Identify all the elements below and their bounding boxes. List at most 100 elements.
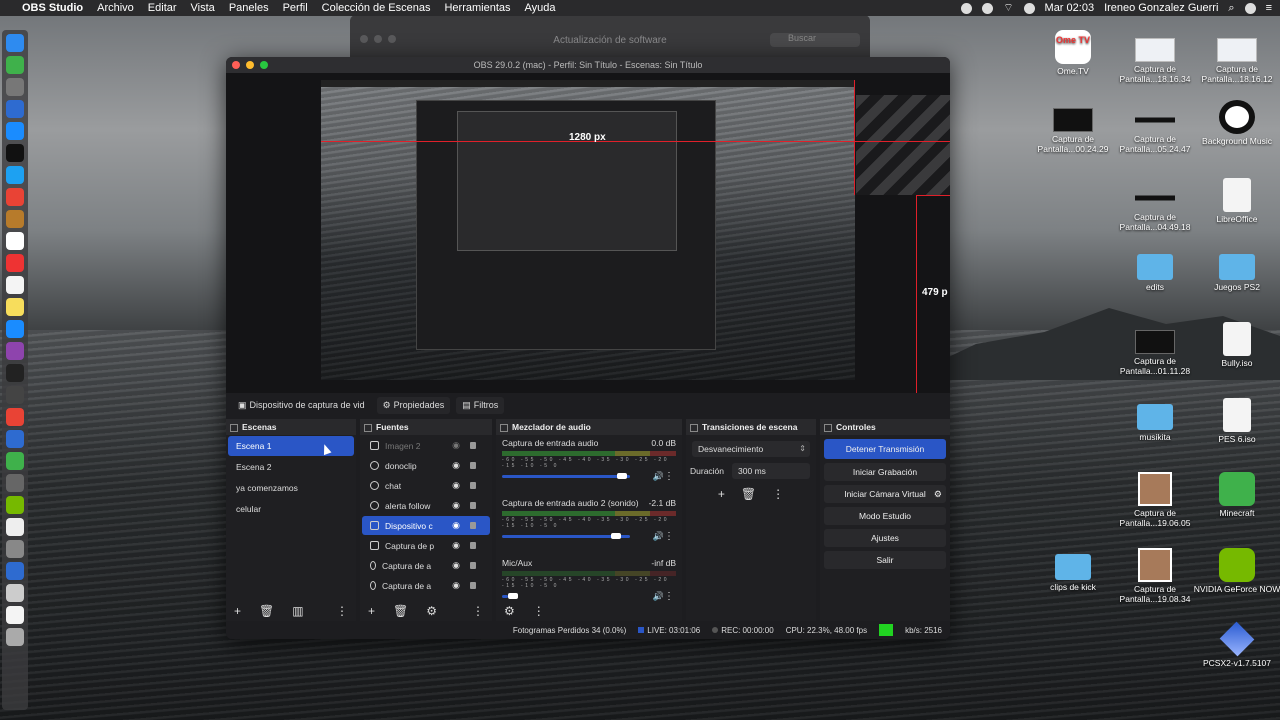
duration-input[interactable]: 300 ms: [732, 463, 810, 479]
status-mic-icon[interactable]: [982, 2, 994, 14]
lock-icon[interactable]: [470, 542, 476, 549]
terminal-icon[interactable]: [6, 144, 24, 162]
wifi-icon[interactable]: ⌔: [1003, 1, 1013, 15]
volume-slider[interactable]: 🔊 ⋮: [502, 531, 676, 542]
scene-item-ya-comenzamos[interactable]: ya comenzamos: [228, 478, 354, 498]
visibility-icon[interactable]: ◉: [452, 520, 460, 531]
source-item[interactable]: chat ◉: [362, 476, 490, 495]
downloads-icon[interactable]: [6, 584, 24, 602]
mixer-settings-icon[interactable]: ⚙: [504, 604, 515, 618]
desktop-icon[interactable]: PCSX2-v1.7.5107: [1192, 621, 1280, 669]
visibility-icon[interactable]: ◉: [452, 440, 460, 451]
music-icon[interactable]: [6, 254, 24, 272]
lock-icon[interactable]: [470, 482, 476, 489]
menubar-clock[interactable]: Mar 02:03: [1045, 2, 1095, 14]
stickies-icon[interactable]: [6, 298, 24, 316]
lock-icon[interactable]: [470, 502, 476, 509]
scene-more-icon[interactable]: ⋮: [336, 604, 348, 618]
desktop-icon[interactable]: Captura de Pantalla...18.16.34: [1110, 30, 1200, 85]
app-store-icon[interactable]: [6, 100, 24, 118]
trash-icon[interactable]: [6, 628, 24, 646]
lock-icon[interactable]: [470, 462, 476, 469]
visibility-icon[interactable]: ◉: [452, 560, 460, 571]
app-icon[interactable]: [6, 430, 24, 448]
desktop-icon[interactable]: PES 6.iso: [1192, 398, 1280, 445]
volume-knob[interactable]: [617, 473, 627, 479]
menu-perfil[interactable]: Perfil: [283, 2, 308, 14]
desktop-icon[interactable]: Bully.iso: [1192, 322, 1280, 369]
desktop-icon[interactable]: Captura de Pantalla...01.11.28: [1110, 322, 1200, 377]
preview-canvas[interactable]: 1280 px 479 p: [226, 73, 950, 401]
apple-tv-icon[interactable]: [6, 364, 24, 382]
menu-editar[interactable]: Editar: [148, 2, 177, 14]
messages-icon[interactable]: [6, 56, 24, 74]
menu-vista[interactable]: Vista: [191, 2, 215, 14]
minimize-window-icon[interactable]: [246, 61, 254, 69]
visibility-icon[interactable]: ◉: [452, 460, 460, 471]
menu-herramientas[interactable]: Herramientas: [444, 2, 510, 14]
source-item[interactable]: Captura de a ◉: [362, 576, 490, 595]
transition-select[interactable]: Desvanecimiento: [692, 441, 810, 457]
chat-app-icon[interactable]: [6, 166, 24, 184]
scene-filters-icon[interactable]: ▥: [292, 604, 303, 618]
mixer-more-icon[interactable]: ⋮: [533, 604, 545, 618]
desktop-icon[interactable]: clips de kick: [1028, 548, 1118, 593]
scene-item-escena-1[interactable]: Escena 1: [228, 436, 354, 456]
minecraft-dock-icon[interactable]: [6, 452, 24, 470]
properties-button[interactable]: ⚙ Propiedades: [376, 396, 451, 414]
menu-archivo[interactable]: Archivo: [97, 2, 134, 14]
launchpad-icon[interactable]: [6, 78, 24, 96]
obs-dock-icon[interactable]: [6, 386, 24, 404]
safari-icon[interactable]: [6, 122, 24, 140]
source-item[interactable]: donoclip ◉: [362, 456, 490, 475]
source-settings-icon[interactable]: ⚙: [426, 604, 437, 618]
menubar-user[interactable]: Ireneo Gonzalez Guerri: [1104, 2, 1218, 14]
visibility-icon[interactable]: ◉: [452, 540, 460, 551]
transition-more-icon[interactable]: ⋮: [772, 487, 784, 501]
siri-icon[interactable]: [1244, 2, 1256, 14]
lock-icon[interactable]: [470, 522, 476, 529]
update-search-input[interactable]: Buscar: [770, 33, 860, 47]
filters-button[interactable]: ▤ Filtros: [456, 396, 505, 414]
desktop-icon[interactable]: edits: [1110, 248, 1200, 293]
visibility-icon[interactable]: ◉: [452, 480, 460, 491]
lock-icon[interactable]: [470, 582, 476, 589]
utility-icon[interactable]: [6, 474, 24, 492]
visibility-icon[interactable]: ◉: [452, 500, 460, 511]
menu-coleccion-escenas[interactable]: Colección de Escenas: [322, 2, 431, 14]
channel-more-icon[interactable]: ⋮: [664, 531, 674, 542]
status-record-icon[interactable]: [961, 2, 973, 14]
spotlight-search-icon[interactable]: ⌕: [1228, 2, 1234, 15]
notification-center-icon[interactable]: ≡: [1266, 2, 1272, 14]
menu-ayuda[interactable]: Ayuda: [525, 2, 556, 14]
edge-icon[interactable]: [6, 562, 24, 580]
desktop-icon[interactable]: Captura de Pantalla...19.06.05: [1110, 472, 1200, 529]
desktop-icon[interactable]: LibreOffice: [1192, 178, 1280, 225]
speaker-icon[interactable]: 🔊: [653, 531, 664, 542]
source-item[interactable]: alerta follow ◉: [362, 496, 490, 515]
textedit-icon[interactable]: [6, 276, 24, 294]
nvidia-dock-icon[interactable]: [6, 496, 24, 514]
zoom-window-icon[interactable]: [260, 61, 268, 69]
speaker-icon[interactable]: 🔊: [653, 471, 664, 482]
volume-track[interactable]: [502, 474, 630, 478]
desktop-icon[interactable]: musikita: [1110, 398, 1200, 443]
menu-app-name[interactable]: OBS Studio: [22, 2, 83, 14]
remove-source-icon[interactable]: 🗑: [393, 604, 408, 618]
source-item[interactable]: Captura de p ◉: [362, 536, 490, 555]
desktop-icon[interactable]: Minecraft: [1192, 472, 1280, 519]
menu-paneles[interactable]: Paneles: [229, 2, 269, 14]
channel-more-icon[interactable]: ⋮: [664, 471, 674, 482]
settings-button[interactable]: Ajustes: [824, 529, 946, 547]
volume-knob[interactable]: [611, 533, 621, 539]
scene-item-escena-2[interactable]: Escena 2: [228, 457, 354, 477]
stop-streaming-button[interactable]: Detener Transmisión: [824, 439, 946, 459]
start-virtual-camera-button[interactable]: Iniciar Cámara Virtual ⚙: [824, 485, 946, 503]
chrome-icon[interactable]: [6, 188, 24, 206]
virtual-camera-settings-icon[interactable]: ⚙: [934, 485, 942, 503]
desktop-icon[interactable]: Captura de Pantalla...18.16.12: [1192, 30, 1280, 85]
control-center-icon[interactable]: [1023, 2, 1035, 14]
finder-icon[interactable]: [6, 34, 24, 52]
source-item-selected[interactable]: Dispositivo c ◉: [362, 516, 490, 535]
xcode-icon[interactable]: [6, 320, 24, 338]
